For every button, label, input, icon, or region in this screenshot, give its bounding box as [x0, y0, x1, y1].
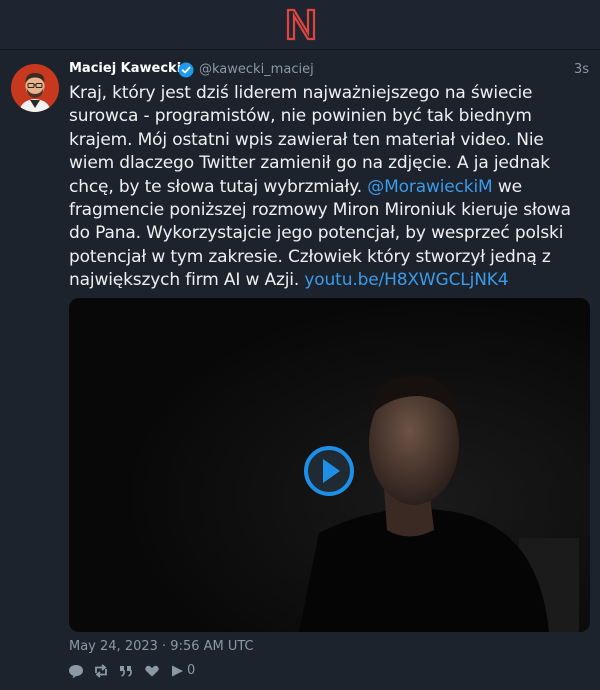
tweet-date[interactable]: May 24, 2023 · 9:56 AM UTC — [69, 639, 254, 654]
verified-badge-icon — [178, 62, 194, 78]
page: Maciej Kawecki @kawecki_maciej 3s Kraj, … — [0, 0, 600, 690]
play-count-icon — [169, 662, 185, 682]
play-icon[interactable] — [304, 446, 354, 496]
author-name[interactable]: Maciej Kawecki — [69, 61, 181, 76]
play-count: 0 — [187, 663, 196, 678]
avatar-image — [11, 64, 59, 112]
heart-icon[interactable] — [144, 662, 160, 682]
comment-icon[interactable] — [68, 662, 84, 682]
tweet-timestamp[interactable]: 3s — [574, 62, 589, 77]
tweet-text: Kraj, który jest dziś liderem najważniej… — [69, 82, 589, 293]
retweet-icon[interactable] — [93, 662, 109, 682]
nitter-logo[interactable] — [286, 8, 316, 41]
top-navigation-bar — [0, 0, 600, 50]
tweet-stats: 0 — [68, 662, 268, 682]
youtube-link[interactable]: youtu.be/H8XWGCLjNK4 — [304, 270, 508, 290]
mention-link[interactable]: @MorawieckiM — [367, 177, 492, 197]
quote-icon[interactable] — [118, 662, 134, 682]
avatar[interactable] — [11, 64, 59, 112]
author-handle[interactable]: @kawecki_maciej — [199, 62, 314, 77]
video-thumbnail[interactable] — [69, 298, 590, 632]
